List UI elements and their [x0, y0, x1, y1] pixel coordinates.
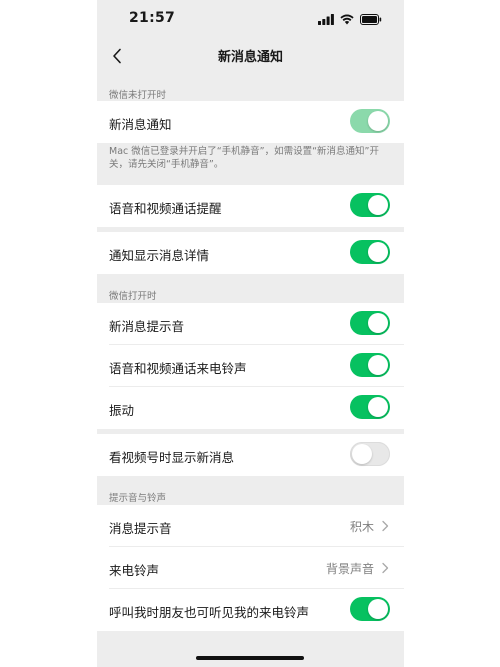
call-ringtone-toggle[interactable] — [350, 353, 390, 377]
row-new-message-notify: 新消息通知 — [97, 101, 404, 143]
row-label: 语音和视频通话提醒 — [109, 201, 222, 216]
toggle-knob — [368, 355, 388, 375]
row-label: 通知显示消息详情 — [109, 248, 210, 263]
nav-bar: 新消息通知 — [97, 38, 404, 74]
channels-show-toggle[interactable] — [350, 442, 390, 466]
msg-tone-value: 积木 — [349, 520, 374, 534]
page-title: 新消息通知 — [217, 50, 283, 65]
row-label: 振动 — [109, 403, 135, 418]
row-friends-hear: 呼叫我时朋友也可听见我的来电铃声 — [97, 589, 404, 631]
battery-icon — [360, 13, 382, 25]
row-label: 新消息提示音 — [109, 319, 185, 334]
row-message-sound: 新消息提示音 — [97, 303, 404, 345]
status-bar: 21:57 — [97, 0, 404, 38]
new-message-notify-toggle[interactable] — [350, 109, 390, 133]
row-label: 呼叫我时朋友也可听见我的来电铃声 — [109, 605, 310, 620]
row-label: 看视频号时显示新消息 — [109, 450, 235, 465]
row-show-details: 通知显示消息详情 — [97, 232, 404, 274]
toggle-knob — [368, 397, 388, 417]
wifi-icon — [340, 13, 354, 24]
row-label: 来电铃声 — [109, 563, 160, 578]
toggle-knob — [368, 195, 388, 215]
phone-screen: 21:57 新消息通知 微信未打开时 新消息通知 Mac 微信已登录并开启了“手… — [97, 0, 404, 667]
incoming-ringtone-value: 背景声音 — [325, 562, 374, 576]
chevron-right-icon — [382, 562, 389, 574]
home-indicator — [196, 656, 304, 660]
row-vibrate: 振动 — [97, 387, 404, 429]
toggle-knob — [368, 111, 388, 131]
toggle-knob — [352, 444, 372, 464]
silent-mode-note: Mac 微信已登录并开启了“手机静音”，如需设置“新消息通知”开关，请先关闭“手… — [109, 146, 379, 170]
status-time: 21:57 — [129, 10, 176, 26]
row-call-ringtone: 语音和视频通话来电铃声 — [97, 345, 404, 387]
call-reminder-toggle[interactable] — [350, 193, 390, 217]
row-call-reminder: 语音和视频通话提醒 — [97, 185, 404, 227]
row-channels-show: 看视频号时显示新消息 — [97, 434, 404, 476]
row-label: 消息提示音 — [109, 521, 172, 536]
toggle-knob — [368, 599, 388, 619]
section-header-not-open: 微信未打开时 — [109, 90, 167, 101]
chevron-right-icon — [382, 520, 389, 532]
message-sound-toggle[interactable] — [350, 311, 390, 335]
row-msg-tone[interactable]: 消息提示音 积木 — [97, 505, 404, 547]
toggle-knob — [368, 242, 388, 262]
section-header-sounds: 提示音与铃声 — [109, 493, 167, 504]
section-header-open: 微信打开时 — [109, 291, 157, 302]
show-details-toggle[interactable] — [350, 240, 390, 264]
row-incoming-ringtone[interactable]: 来电铃声 背景声音 — [97, 547, 404, 589]
row-label: 新消息通知 — [109, 117, 172, 132]
row-label: 语音和视频通话来电铃声 — [109, 361, 247, 376]
friends-hear-toggle[interactable] — [350, 597, 390, 621]
toggle-knob — [368, 313, 388, 333]
signal-icon — [318, 13, 334, 25]
vibrate-toggle[interactable] — [350, 395, 390, 419]
status-icons — [318, 13, 382, 25]
